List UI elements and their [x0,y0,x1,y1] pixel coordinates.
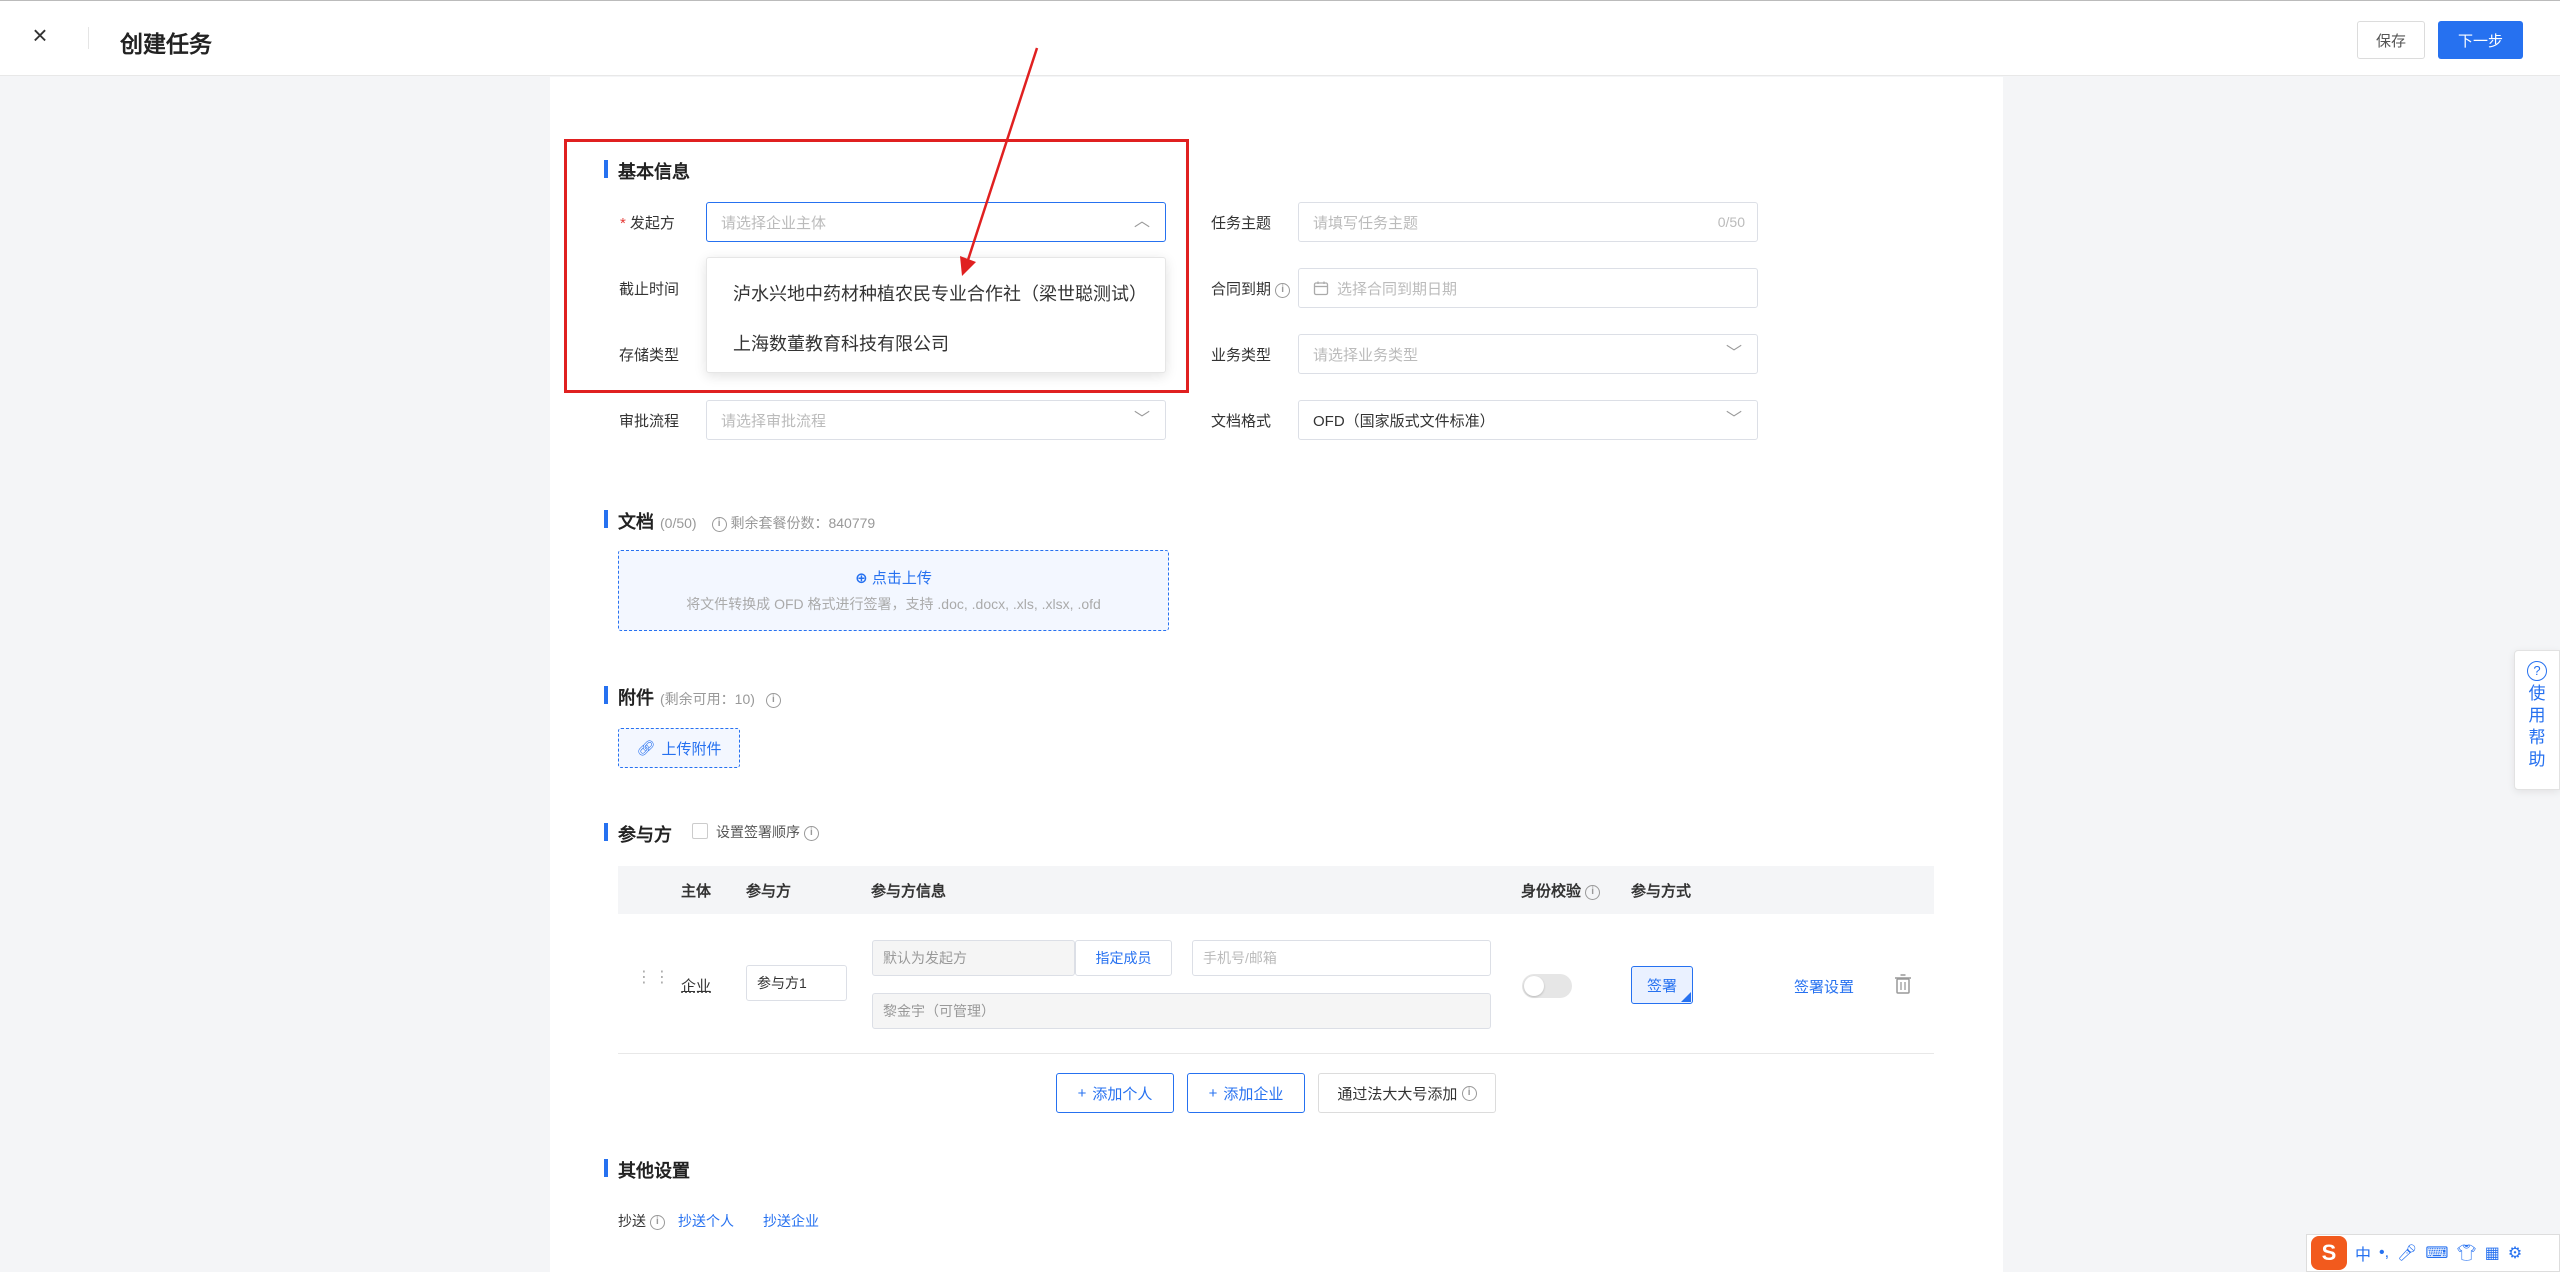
drag-handle-icon[interactable]: ⋮⋮ [636,970,672,986]
cc-label: 抄送 i [618,1211,665,1231]
calendar-icon [1313,281,1329,296]
column-header: 参与方式 [1631,883,1692,900]
company-field[interactable]: 默认为发起方 [872,940,1075,976]
add-person-button[interactable]: + 添加个人 [1056,1073,1174,1113]
info-icon: i [1585,884,1601,900]
column-header: 身份校验 i [1521,880,1601,901]
dropdown-option[interactable]: 泸水兴地中药材种植农民专业合作社（梁世聪测试） [733,280,1147,306]
subject-counter: 0/50 [1717,214,1745,230]
deadline-label: 截止时间 [619,281,680,298]
add-company-button[interactable]: + 添加企业 [1187,1073,1305,1113]
chevron-up-icon: ︿ [1133,213,1150,230]
chevron-down-icon: ﹀ [1725,345,1742,362]
entity-type[interactable]: 企业 [681,975,711,996]
info-icon: i [765,692,781,708]
paperclip-icon: 🔗︎ [636,740,656,757]
doc-format-label: 文档格式 [1211,413,1272,430]
save-button[interactable]: 保存 [2357,21,2425,59]
question-icon: ? [2527,661,2547,681]
column-header: 参与方信息 [871,883,947,900]
initiator-dropdown: 泸水兴地中药材种植农民专业合作社（梁世聪测试） 上海数董教育科技有限公司 [706,257,1166,373]
help-char: 助 [2528,750,2546,769]
assign-member-button[interactable]: 指定成员 [1075,940,1172,976]
section-title-attachments: 附件 (剩余可用：10) i [604,684,781,710]
participant-name-input[interactable]: 参与方1 [746,965,847,1001]
add-by-legal-button[interactable]: 通过法大大号添加 i [1318,1073,1496,1113]
help-char: 用 [2528,706,2546,725]
ime-punct[interactable]: •, [2379,1244,2389,1262]
set-order-label: 设置签署顺序 i [716,822,819,842]
upload-icon: ⊕ [855,570,868,587]
info-icon: i [649,1214,665,1230]
upload-attachment-button[interactable]: 🔗︎ 上传附件 [618,728,740,768]
doc-format-select[interactable]: OFD（国家版式文件标准） ﹀ [1298,400,1758,440]
header-divider [88,27,89,49]
keyboard-icon[interactable]: ⌨︎ [2425,1243,2448,1263]
info-icon: i [1461,1085,1477,1101]
cc-person-link[interactable]: 抄送个人 [678,1211,734,1231]
next-step-button[interactable]: 下一步 [2438,21,2523,59]
contract-expiry-picker[interactable]: 选择合同到期日期 [1298,268,1758,308]
contact-input[interactable]: 手机号/邮箱 [1192,940,1491,976]
close-icon[interactable]: × [28,22,52,48]
business-type-select[interactable]: 请选择业务类型 ﹀ [1298,334,1758,374]
dropdown-option[interactable]: 上海数董教育科技有限公司 [733,330,949,356]
help-char: 使 [2528,684,2546,703]
subject-label: 任务主题 [1211,215,1272,232]
info-icon: i [1275,282,1291,298]
plus-icon: + [1208,1084,1218,1102]
approval-flow-label: 审批流程 [619,413,680,430]
microphone-icon[interactable]: 🎤︎ [2397,1243,2417,1263]
apps-icon[interactable]: ▦ [2485,1243,2500,1263]
help-char: 帮 [2528,728,2546,747]
chevron-down-icon: ﹀ [1725,411,1742,428]
business-type-label: 业务类型 [1211,347,1272,364]
help-float-button[interactable]: ? 使 用 帮 助 [2514,650,2560,790]
section-title-participants: 参与方 [604,821,672,847]
approval-flow-select[interactable]: 请选择审批流程 ﹀ [706,400,1166,440]
plus-icon: + [1077,1084,1087,1102]
top-bar: × 创建任务 保存 下一步 [0,0,2560,76]
section-title-basic: 基本信息 [604,158,690,184]
identity-check-toggle[interactable] [1522,974,1572,998]
set-order-checkbox[interactable] [692,823,708,839]
subject-input[interactable]: 请填写任务主题 0/50 [1298,202,1758,242]
sign-method-chip[interactable]: 签署 [1631,966,1693,1004]
upload-hint: 将文件转换成 OFD 格式进行签署，支持 .doc, .docx, .xls, … [686,596,1101,612]
row-divider [618,1053,1934,1054]
skin-icon[interactable]: 👕︎ [2456,1243,2476,1263]
initiator-label: * 发起方 [620,215,675,232]
sogou-logo-icon[interactable]: S [2311,1236,2347,1270]
participants-table-header: 主体 参与方 参与方信息 身份校验 i 参与方式 [618,866,1934,914]
column-header: 参与方 [746,883,792,900]
info-icon: i [711,516,727,532]
member-field[interactable]: 黎金宇（可管理） [872,993,1491,1029]
storage-type-label: 存储类型 [619,347,680,364]
info-icon: i [803,825,819,841]
upload-link[interactable]: ⊕ 点击上传 [619,567,1168,588]
document-upload-area[interactable]: ⊕ 点击上传 将文件转换成 OFD 格式进行签署，支持 .doc, .docx,… [618,550,1169,631]
contract-expiry-label: 合同到期 i [1211,278,1291,299]
cc-company-link[interactable]: 抄送企业 [763,1211,819,1231]
section-title-documents: 文档 (0/50) i 剩余套餐份数：840779 [604,508,875,534]
sign-settings-link[interactable]: 签署设置 [1794,976,1854,997]
chevron-down-icon: ﹀ [1133,411,1150,428]
ime-toolbar: S 中 •, 🎤︎ ⌨︎ 👕︎ ▦ ⚙︎ [2306,1234,2560,1272]
trash-icon[interactable] [1893,973,1913,995]
column-header: 主体 [681,883,712,900]
ime-mode[interactable]: 中 [2355,1241,2371,1265]
section-title-other: 其他设置 [604,1157,690,1183]
initiator-select[interactable]: 请选择企业主体 ︿ [706,202,1166,242]
settings-icon[interactable]: ⚙︎ [2508,1243,2522,1263]
page-title: 创建任务 [120,31,212,57]
